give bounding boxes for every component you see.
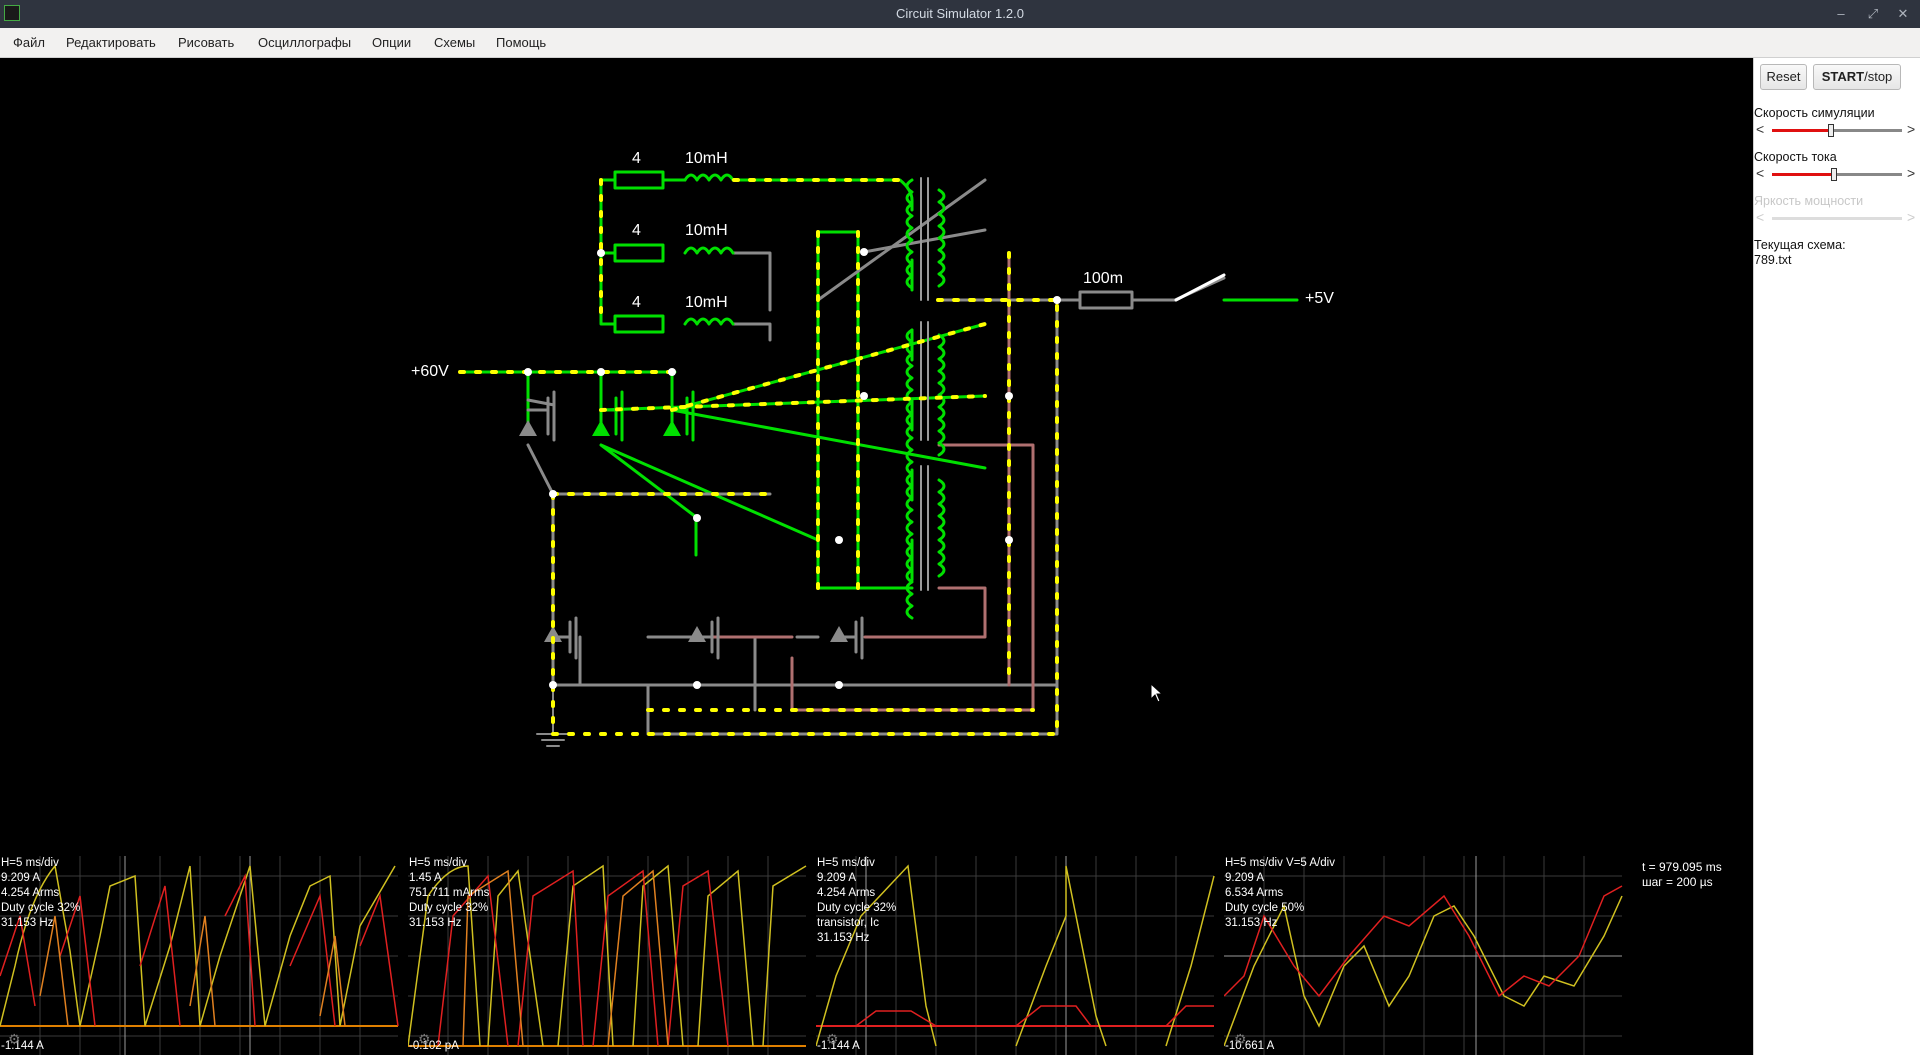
- circuit-schematic[interactable]: [0, 58, 1753, 855]
- output-voltage-label: +5V: [1305, 290, 1334, 307]
- negative-wires: [695, 251, 1035, 712]
- resistor-3-label: 4: [632, 294, 641, 311]
- idle-wires: [526, 178, 1226, 736]
- scope-2[interactable]: H=5 ms/div 1.45 A 751.711 mArms Duty cycle …: [408, 856, 808, 1055]
- transistors: [519, 390, 864, 660]
- menu-options[interactable]: Опции: [372, 35, 411, 50]
- current-circuit-file: 789.txt: [1754, 253, 1792, 267]
- scope-4-readout: H=5 ms/div V=5 A/div 9.209 A 6.534 Arms Dut…: [1225, 857, 1335, 929]
- current-dots: [458, 178, 1059, 736]
- current-speed-knob[interactable]: [1831, 168, 1838, 181]
- menu-file[interactable]: Файл: [13, 35, 45, 50]
- control-panel: Reset START/stop Скорость симуляции < > …: [1753, 58, 1920, 1055]
- resistor-2-label: 4: [632, 222, 641, 239]
- inductor-2-label: 10mH: [685, 222, 728, 239]
- chevron-right-icon[interactable]: >: [1907, 121, 1915, 137]
- scope-1-readout: H=5 ms/div 9.209 A 4.254 Arms Duty cycle 32…: [1, 857, 81, 929]
- sim-speed-fill: [1772, 129, 1831, 132]
- window-title: Circuit Simulator 1.2.0: [896, 6, 1024, 21]
- menu-circuits[interactable]: Схемы: [434, 35, 475, 50]
- sim-speed-track: [1772, 124, 1902, 137]
- stop-label: /stop: [1864, 69, 1893, 84]
- power-brightness-track: [1772, 217, 1902, 220]
- menu-scopes[interactable]: Осциллографы: [258, 35, 351, 50]
- menu-edit[interactable]: Редактировать: [66, 35, 156, 50]
- menu-bar: Файл Редактировать Рисовать Осциллографы…: [0, 28, 1920, 58]
- chevron-left-icon: <: [1756, 209, 1765, 225]
- current-speed-fill: [1772, 173, 1835, 176]
- inductor-1-label: 10mH: [685, 150, 728, 167]
- sim-time: t = 979.095 ms: [1642, 860, 1722, 874]
- scope-2-gear-icon[interactable]: ⚙: [418, 1031, 431, 1048]
- output-resistor-label: 100m: [1083, 270, 1124, 287]
- output-resistor: [1078, 290, 1134, 310]
- chevron-left-icon[interactable]: <: [1756, 121, 1764, 137]
- chevron-left-icon[interactable]: <: [1756, 165, 1764, 181]
- scope-3[interactable]: H=5 ms/div 9.209 A 4.254 Arms Duty cycle 32…: [816, 856, 1216, 1055]
- menu-draw[interactable]: Рисовать: [178, 35, 234, 50]
- menu-help[interactable]: Помощь: [496, 35, 546, 50]
- sim-speed-knob[interactable]: [1827, 124, 1834, 137]
- power-brightness-label: Яркость мощности: [1754, 194, 1864, 208]
- scope-2-min: -0.102 pA: [409, 1040, 459, 1052]
- scope-4-min: -10.661 A: [1225, 1040, 1275, 1052]
- sim-speed-slider[interactable]: < >: [1754, 121, 1920, 137]
- scope-3-gear-icon[interactable]: ⚙: [826, 1031, 839, 1048]
- current-circuit-label: Текущая схема:: [1754, 238, 1846, 252]
- start-stop-button[interactable]: START/stop: [1813, 64, 1901, 90]
- title-bar: Circuit Simulator 1.2.0 – ⤢ ✕: [0, 0, 1920, 28]
- start-label: START: [1821, 69, 1865, 84]
- close-button[interactable]: ✕: [1892, 4, 1914, 24]
- chevron-right-icon[interactable]: >: [1907, 165, 1915, 181]
- chevron-right-icon: >: [1907, 209, 1916, 225]
- maximize-button[interactable]: ⤢: [1862, 4, 1884, 24]
- scope-3-readout: H=5 ms/div 9.209 A 4.254 Arms Duty cycle 32…: [817, 857, 897, 944]
- current-speed-label: Скорость тока: [1754, 150, 1837, 164]
- resistor-1-label: 4: [632, 150, 641, 167]
- current-speed-track: [1772, 168, 1902, 181]
- mouse-cursor-icon: [1150, 683, 1164, 703]
- current-speed-slider[interactable]: < >: [1754, 165, 1920, 181]
- scope-4-gear-icon[interactable]: ⚙: [1234, 1031, 1247, 1048]
- sim-speed-label: Скорость симуляции: [1754, 106, 1875, 120]
- ground-symbol: [536, 684, 570, 747]
- inductor-3-label: 10mH: [685, 294, 728, 311]
- minimize-button[interactable]: –: [1830, 4, 1852, 24]
- scope-4[interactable]: H=5 ms/div V=5 A/div 9.209 A 6.534 Arms Dut…: [1224, 856, 1624, 1055]
- sim-step: шаг = 200 µs: [1642, 875, 1713, 889]
- reset-button[interactable]: Reset: [1760, 64, 1807, 90]
- scope-2-readout: H=5 ms/div 1.45 A 751.711 mArms Duty cycle …: [409, 857, 490, 929]
- output-switch: [1174, 273, 1226, 302]
- live-wires: [458, 178, 1299, 590]
- input-voltage-label: +60V: [411, 363, 449, 380]
- scope-1-gear-icon[interactable]: ⚙: [8, 1031, 21, 1048]
- power-brightness-slider: < >: [1754, 209, 1920, 225]
- scope-1[interactable]: H=5 ms/div 9.209 A 4.254 Arms Duty cycle 32…: [0, 856, 400, 1055]
